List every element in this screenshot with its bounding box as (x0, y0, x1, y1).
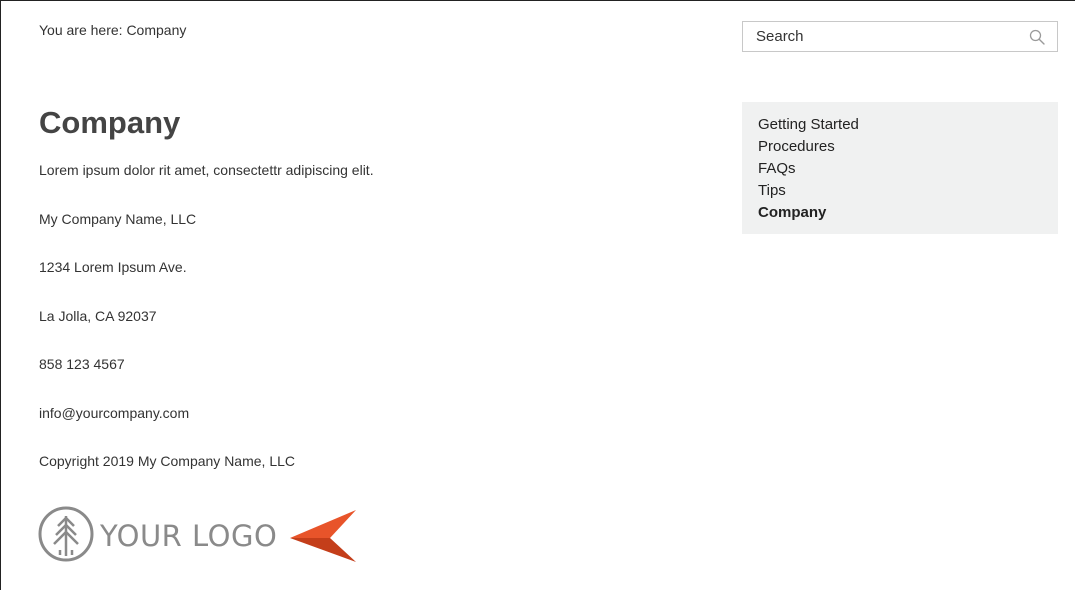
tree-icon (38, 506, 94, 562)
address-street: 1234 Lorem Ipsum Ave. (39, 259, 187, 275)
company-logo: YOUR LOGO (38, 504, 358, 564)
intro-text: Lorem ipsum dolor rit amet, consectettr … (39, 162, 374, 178)
address-city: La Jolla, CA 92037 (39, 307, 157, 324)
sidebar-nav: Getting Started Procedures FAQs Tips Com… (742, 102, 1058, 234)
search-box[interactable] (742, 21, 1058, 52)
breadcrumb: You are here: Company (39, 22, 187, 38)
email-address: info@yourcompany.com (39, 404, 190, 421)
page: You are here: Company Company Lorem ipsu… (0, 0, 1075, 590)
phone-number: 858 123 4567 (39, 356, 125, 372)
company-name: My Company Name, LLC (39, 210, 197, 227)
sidebar-item-getting-started[interactable]: Getting Started (758, 114, 1058, 136)
arrow-icon (290, 510, 356, 562)
search-input[interactable] (743, 22, 1027, 51)
page-title: Company (39, 105, 181, 140)
logo-text: YOUR LOGO (99, 519, 277, 553)
sidebar-item-tips[interactable]: Tips (758, 180, 1058, 202)
sidebar-item-procedures[interactable]: Procedures (758, 136, 1058, 158)
magnifier-icon[interactable] (1027, 27, 1047, 47)
sidebar-item-company[interactable]: Company (758, 202, 1058, 224)
copyright-text: Copyright 2019 My Company Name, LLC (39, 453, 296, 469)
sidebar-item-faqs[interactable]: FAQs (758, 158, 1058, 180)
main-content: Company Lorem ipsum dolor rit amet, cons… (39, 101, 679, 501)
